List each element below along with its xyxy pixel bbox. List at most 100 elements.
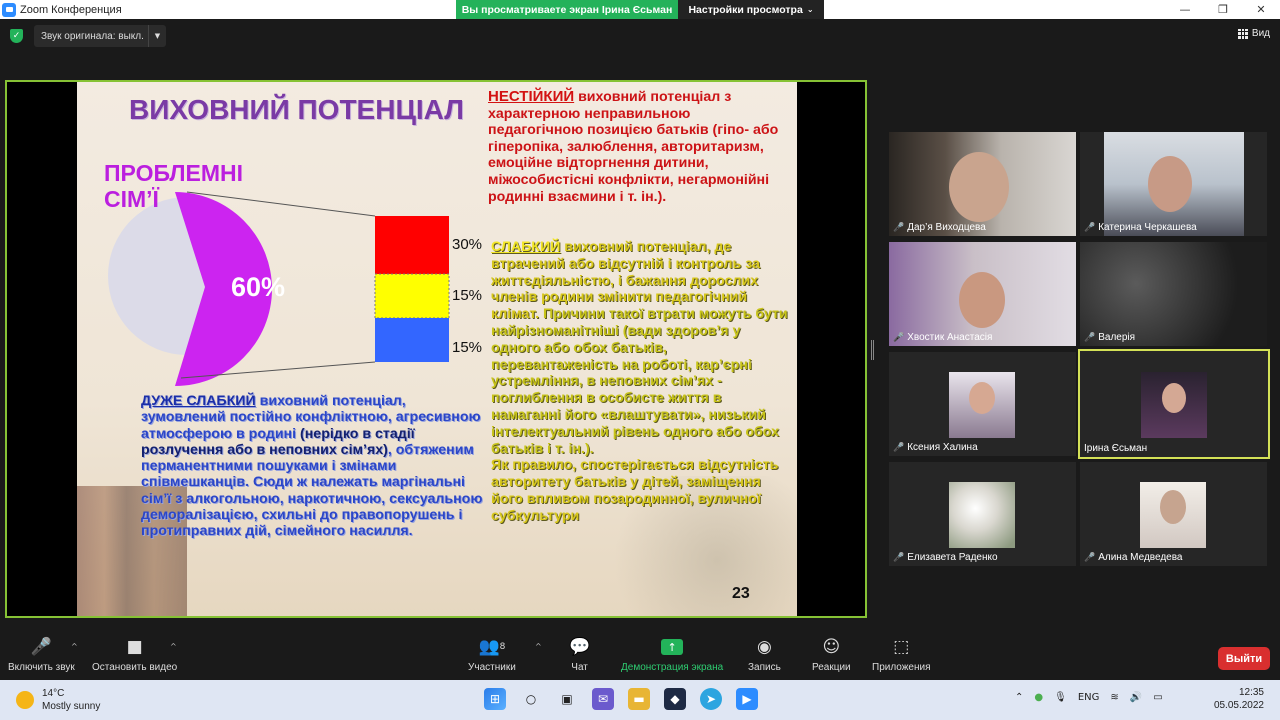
chevron-down-icon: ⌄ — [806, 5, 814, 14]
file-explorer-icon[interactable]: ▬ — [628, 688, 650, 710]
security-app-icon[interactable]: ◆ — [664, 688, 686, 710]
weather-widget[interactable]: 14°C Mostly sunny — [16, 687, 100, 713]
reactions-label: Реакции — [812, 662, 851, 673]
teams-chat-icon[interactable]: ✉ — [592, 688, 614, 710]
participant-tile[interactable]: 🎤 Алина Медведева — [1080, 462, 1267, 566]
apps-button[interactable]: ⬚ Приложения — [872, 636, 931, 673]
chat-bubble-icon: 💬 — [569, 637, 591, 657]
participant-name: Катерина Черкашева — [1098, 222, 1197, 233]
leave-button[interactable]: Выйти — [1218, 647, 1270, 670]
mic-off-icon: 🎤 — [1084, 332, 1096, 343]
temperature: 14°C — [42, 688, 65, 699]
bar-label-blue: 15% — [452, 339, 483, 356]
maximize-button[interactable]: ❐ — [1204, 0, 1242, 19]
view-options-button[interactable]: Настройки просмотра ⌄ — [678, 0, 824, 19]
participant-name: Валерія — [1098, 332, 1136, 343]
participants-label: Участники — [468, 662, 516, 673]
participant-video — [1080, 242, 1267, 346]
participant-avatar — [949, 482, 1015, 548]
problem-label-line1: ПРОБЛЕМНІ — [104, 160, 244, 186]
participant-face — [1162, 383, 1186, 413]
task-view-icon[interactable]: ▣ — [556, 688, 578, 710]
very-weak-heading: ДУЖЕ СЛАБКИЙ — [141, 393, 256, 409]
mic-off-icon: 🎤 — [893, 332, 905, 343]
participant-tile[interactable]: 🎤 Дар’я Виходцева — [889, 132, 1076, 236]
participant-tile[interactable]: 🎤 Валерія — [1080, 242, 1267, 346]
volume-icon[interactable]: 🔊 — [1130, 692, 1142, 703]
participants-icon: 👥 8 — [478, 637, 506, 657]
record-button[interactable]: ◉ Запись — [748, 636, 781, 673]
clock-date: 05.05.2022 — [1213, 700, 1264, 711]
close-button[interactable]: ✕ — [1242, 0, 1280, 19]
active-speaker-tile[interactable]: Ірина Єсьман — [1078, 349, 1270, 459]
stop-video-label: Остановить видео — [92, 662, 178, 673]
problem-label-line2: СІМ’Ї — [104, 186, 159, 212]
participant-face — [949, 152, 1009, 222]
participant-face — [1160, 490, 1186, 524]
telegram-icon[interactable]: ➤ — [700, 688, 722, 710]
mic-off-icon: 🎤 — [893, 222, 905, 233]
participants-caret-icon[interactable]: ^ — [535, 642, 542, 651]
taskbar-apps: ⊞ ○ ▣ ✉ ▬ ◆ ➤ ▶ — [484, 688, 758, 710]
video-options-caret-icon[interactable]: ^ — [170, 642, 177, 651]
participant-face — [959, 272, 1005, 328]
original-sound-label: Звук оригинала: выкл. — [41, 30, 144, 42]
weak-body-2: Причини такої втрати можуть бути найрізн… — [491, 306, 788, 457]
share-banner: Вы просматриваете экран Ірина Єсьман — [456, 0, 678, 19]
share-arrow-icon: ↑ — [661, 639, 684, 655]
zoom-logo-icon — [2, 2, 16, 17]
participant-name: Хвостик Анастасія — [907, 332, 993, 343]
system-clock[interactable]: 12:35 05.05.2022 — [1214, 686, 1264, 712]
search-icon[interactable]: ○ — [520, 688, 542, 710]
participant-tile[interactable]: 🎤 Хвостик Анастасія — [889, 242, 1076, 346]
original-sound-select[interactable]: Звук оригинала: выкл. ▼ — [34, 25, 166, 47]
reactions-button[interactable]: ☺ Реакции — [812, 636, 851, 673]
participant-tile[interactable]: 🎤 Катерина Черкашева — [1080, 132, 1267, 236]
unmute-button[interactable]: 🎤 Включить звук — [8, 636, 75, 673]
apps-icon: ⬚ — [893, 637, 910, 657]
share-screen-label: Демонстрация экрана — [621, 662, 724, 673]
caret-down-icon[interactable]: ▼ — [148, 25, 166, 47]
view-label: Вид — [1251, 28, 1270, 39]
pie-percent-label: 60% — [231, 272, 286, 302]
participant-tile[interactable]: 🎤 Ксения Халина — [889, 352, 1076, 456]
minimize-button[interactable]: — — [1166, 0, 1204, 19]
chevron-up-icon[interactable]: ⌃ — [1015, 692, 1023, 703]
system-tray: ⌃ ● 🎙 ENG ≋ 🔊 ▭ — [1015, 692, 1163, 703]
mic-off-icon: 🎤 — [893, 442, 905, 453]
battery-icon[interactable]: ▭ — [1153, 692, 1162, 703]
bar-red — [375, 216, 449, 274]
language-indicator[interactable]: ENG — [1078, 692, 1100, 703]
bar-yellow — [374, 273, 450, 319]
presentation-slide: ВИХОВНИЙ ПОТЕНЦІАЛ ПРОБЛЕМНІ СІМ’Ї 60% 3… — [77, 82, 797, 616]
unstable-heading: НЕСТІЙКИЙ — [488, 88, 575, 105]
chat-button[interactable]: 💬 Чат — [569, 636, 590, 673]
security-shield-icon[interactable]: ✓ — [10, 29, 23, 43]
weather-condition: Mostly sunny — [42, 701, 101, 712]
panel-resize-handle[interactable] — [871, 340, 874, 360]
tray-app-icon[interactable]: ● — [1034, 692, 1043, 703]
wifi-icon[interactable]: ≋ — [1110, 692, 1118, 703]
meeting-top-bar: ✓ Звук оригинала: выкл. ▼ Вид — [0, 19, 1280, 55]
weak-heading: СЛАБКИЙ — [491, 239, 561, 255]
record-icon: ◉ — [756, 637, 772, 657]
mic-off-icon: 🎤 — [893, 552, 905, 563]
weak-body-3: Як правило, спостерігається відсутність … — [491, 457, 779, 524]
window-title: Zoom Конференция — [20, 3, 122, 16]
participant-face — [1148, 156, 1192, 212]
start-icon[interactable]: ⊞ — [484, 688, 506, 710]
chat-label: Чат — [571, 662, 588, 673]
bar-label-red: 30% — [452, 236, 483, 253]
microphone-icon[interactable]: 🎙 — [1054, 692, 1067, 703]
participant-tile[interactable]: 🎤 Елизавета Раденко — [889, 462, 1076, 566]
mic-muted-icon: 🎤 — [30, 637, 52, 657]
participants-button[interactable]: 👥 8 Участники — [468, 636, 516, 673]
unstable-body: виховний потенціал з характерною неправи… — [488, 89, 779, 205]
zoom-taskbar-icon[interactable]: ▶ — [736, 688, 758, 710]
bar-label-yellow: 15% — [452, 287, 483, 304]
audio-options-caret-icon[interactable]: ^ — [71, 642, 78, 651]
stop-video-button[interactable]: ■ Остановить видео — [92, 636, 177, 673]
mic-off-icon: 🎤 — [1084, 552, 1096, 563]
view-button[interactable]: Вид — [1237, 28, 1270, 39]
share-screen-button[interactable]: ↑ Демонстрация экрана — [621, 636, 723, 673]
